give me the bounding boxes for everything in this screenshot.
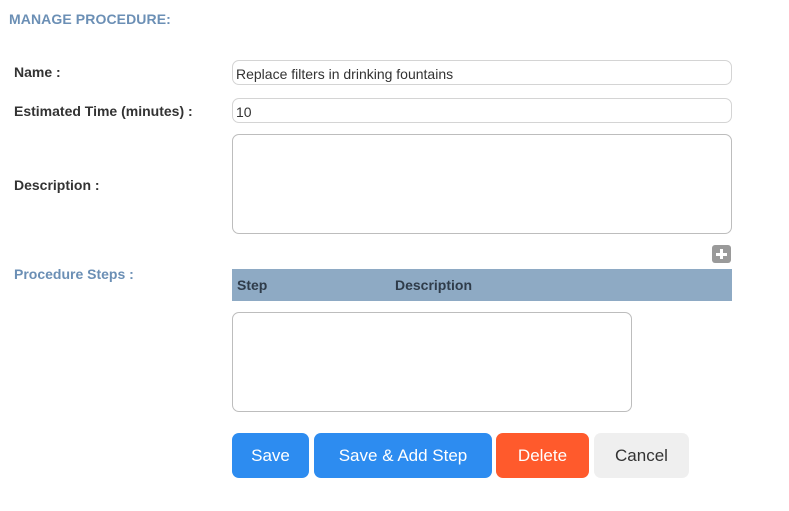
estimated-time-label: Estimated Time (minutes) : — [14, 103, 193, 119]
step-description-textarea[interactable] — [232, 312, 632, 412]
estimated-time-input[interactable] — [232, 98, 732, 123]
page-title: MANAGE PROCEDURE: — [9, 11, 171, 27]
name-label: Name : — [14, 64, 61, 80]
procedure-steps-label: Procedure Steps : — [14, 266, 134, 282]
save-button[interactable]: Save — [232, 433, 309, 478]
save-add-step-button[interactable]: Save & Add Step — [314, 433, 492, 478]
plus-icon[interactable] — [712, 245, 731, 263]
description-label: Description : — [14, 177, 100, 193]
steps-table-header: Step Description — [232, 269, 732, 301]
manage-procedure-page: MANAGE PROCEDURE: Name : Estimated Time … — [0, 0, 789, 511]
cancel-button[interactable]: Cancel — [594, 433, 689, 478]
delete-button[interactable]: Delete — [496, 433, 589, 478]
step-column-header: Step — [237, 277, 268, 293]
description-column-header: Description — [395, 277, 473, 293]
name-input[interactable] — [232, 60, 732, 85]
description-textarea[interactable] — [232, 134, 732, 234]
